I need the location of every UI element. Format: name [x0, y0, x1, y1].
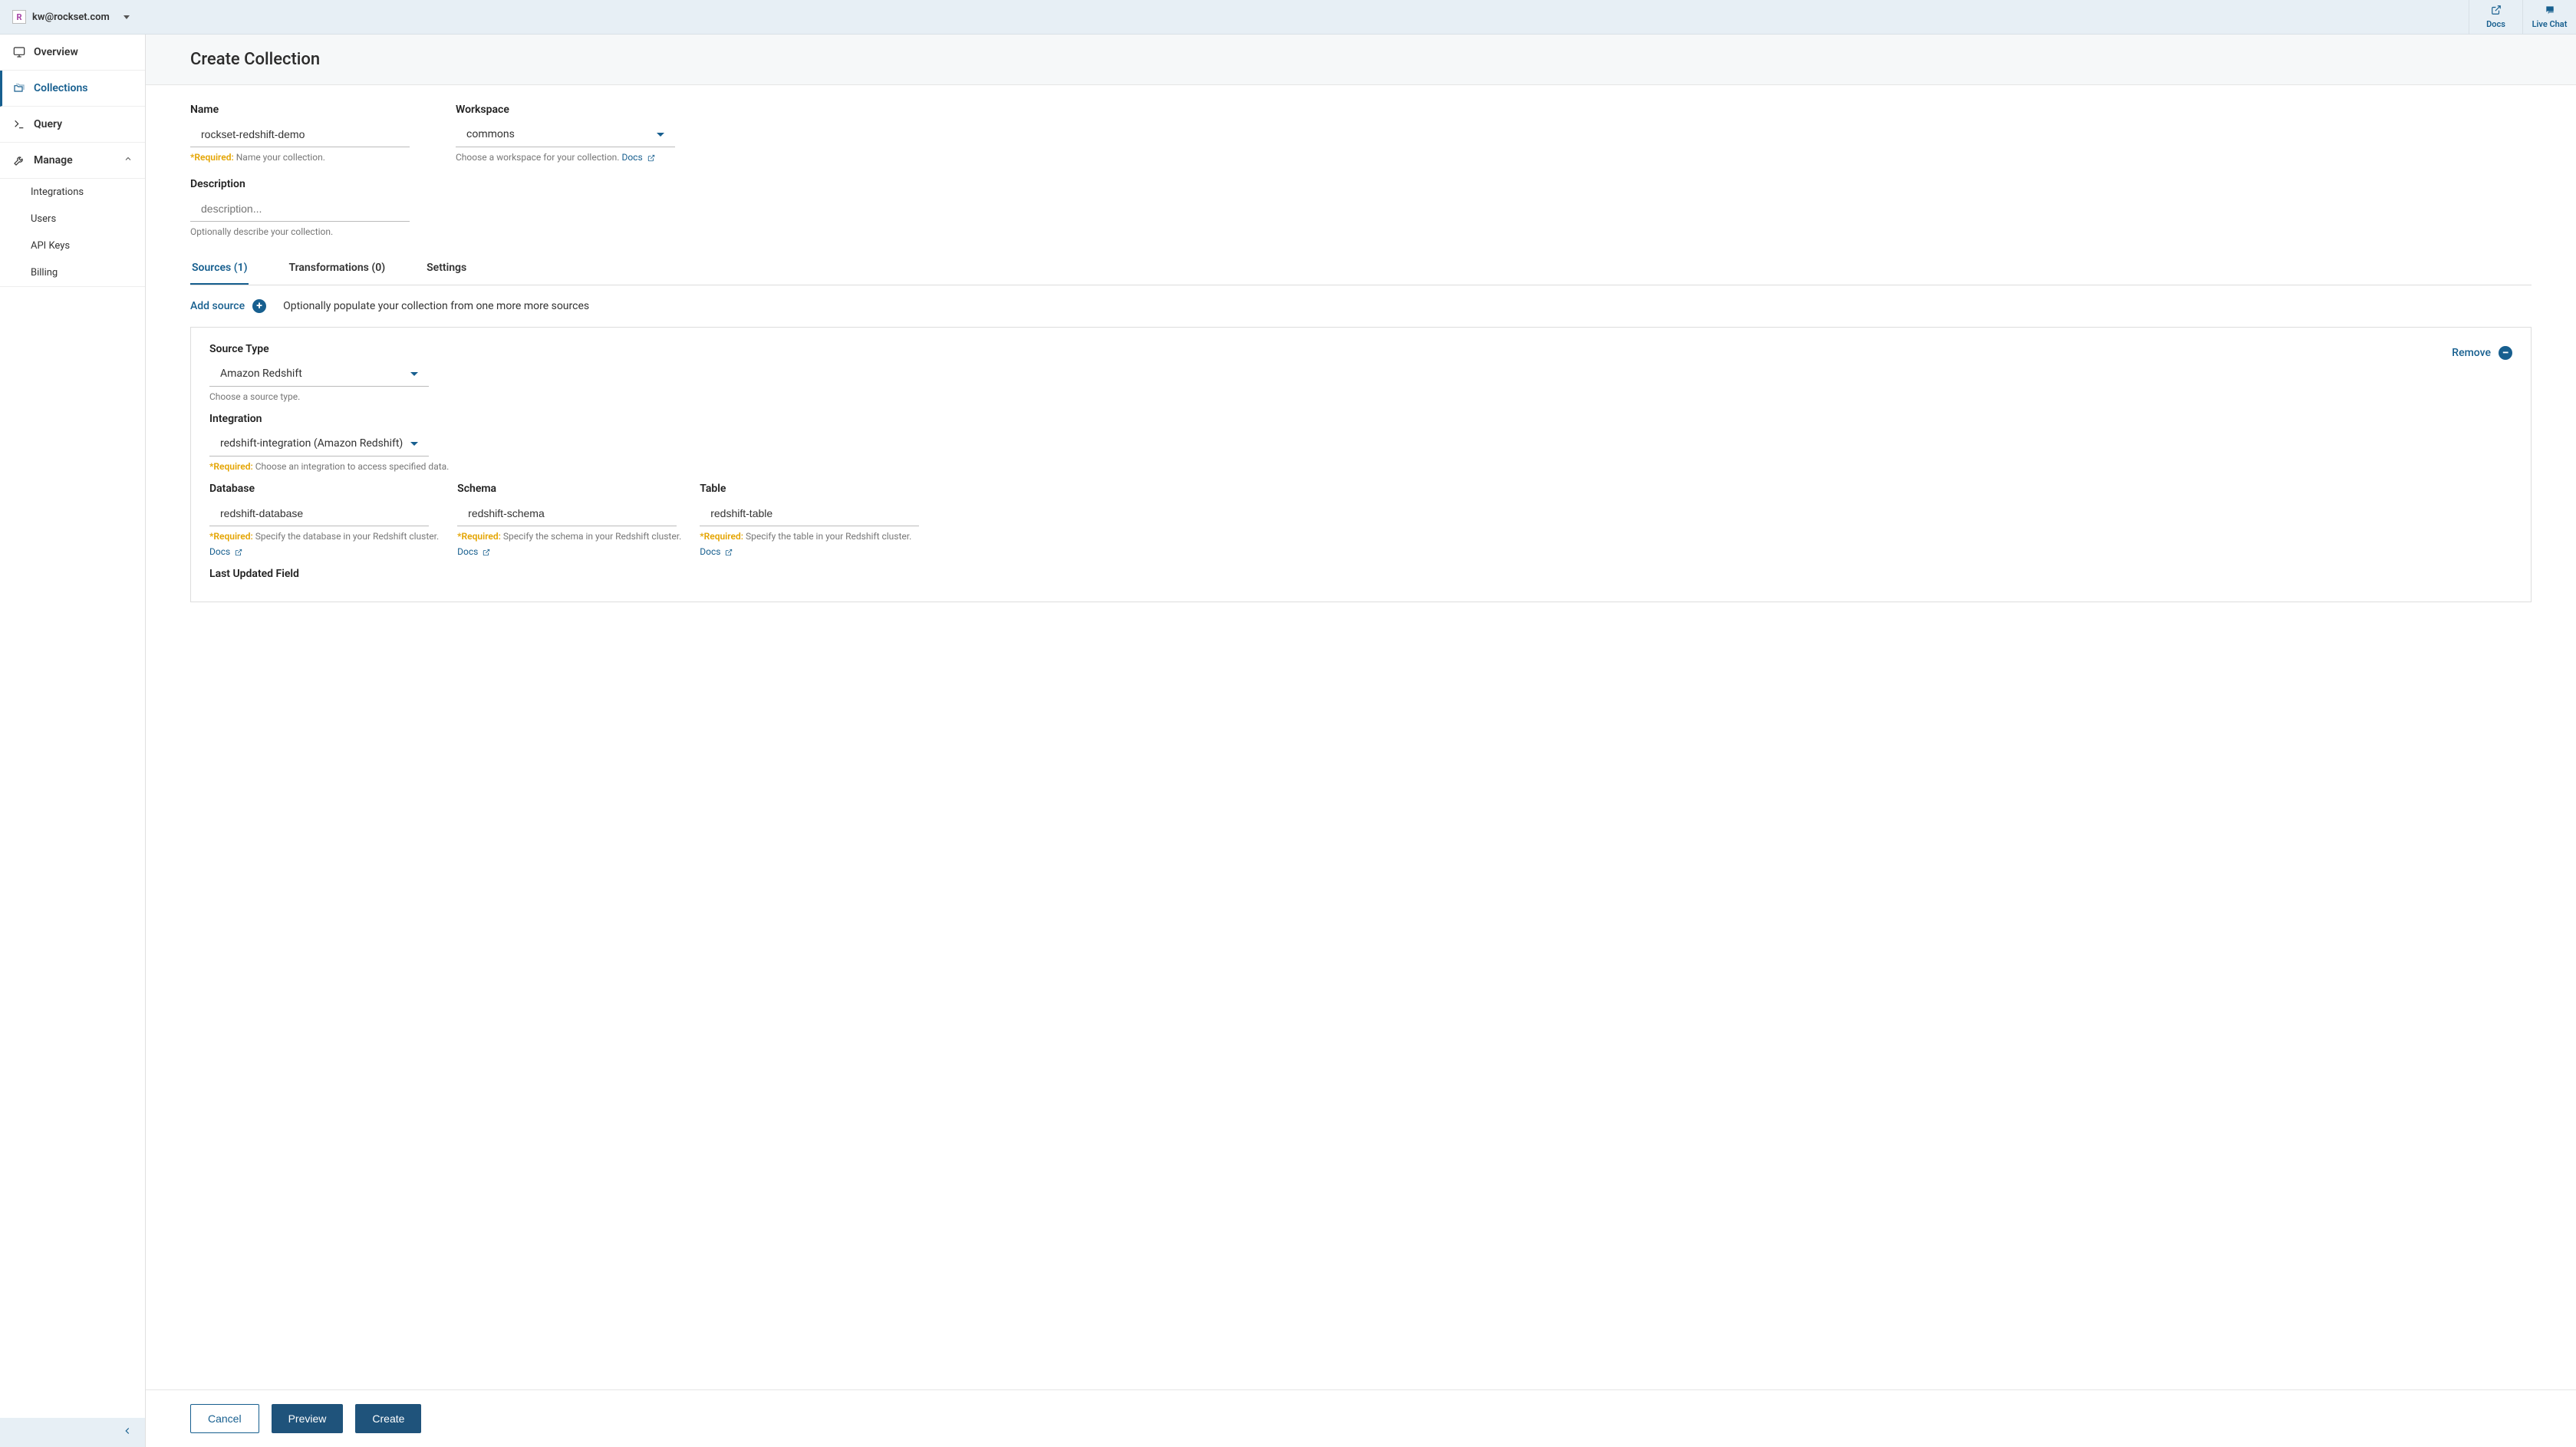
wrench-icon [12, 153, 26, 167]
page-title: Create Collection [190, 50, 2532, 69]
required-marker: *Required: [209, 461, 253, 472]
external-link-icon [2491, 5, 2502, 18]
required-marker: *Required: [700, 531, 743, 542]
name-help: Name your collection. [236, 152, 325, 163]
minus-circle-icon: − [2499, 346, 2512, 360]
workspace-select[interactable]: commons [456, 122, 675, 147]
table-label: Table [700, 483, 919, 495]
integration-label: Integration [209, 413, 2512, 425]
sidebar: Overview Collections Query Manage [0, 35, 146, 1447]
integration-select[interactable]: redshift-integration (Amazon Redshift) [209, 431, 429, 457]
sidebar-subitem-billing[interactable]: Billing [0, 259, 145, 286]
tab-sources[interactable]: Sources (1) [190, 252, 249, 285]
sidebar-item-query[interactable]: Query [0, 107, 145, 143]
sourcetype-select[interactable]: Amazon Redshift [209, 361, 429, 387]
database-input[interactable] [209, 501, 429, 526]
required-marker: *Required: [209, 531, 253, 542]
sidebar-item-label: Overview [34, 46, 78, 58]
sidebar-item-manage[interactable]: Manage [0, 143, 145, 179]
terminal-icon [12, 117, 26, 131]
chevron-down-icon [124, 15, 130, 19]
table-docs-link[interactable]: Docs [700, 546, 733, 557]
preview-button[interactable]: Preview [272, 1404, 344, 1433]
name-label: Name [190, 104, 410, 116]
workspace-help: Choose a workspace for your collection. [456, 152, 619, 163]
sidebar-item-label: Query [34, 118, 62, 130]
chevron-down-icon [410, 442, 418, 446]
lastupdated-label: Last Updated Field [209, 568, 2512, 580]
workspace-label: Workspace [456, 104, 675, 116]
remove-label: Remove [2452, 347, 2491, 359]
sourcetype-value: Amazon Redshift [220, 368, 302, 380]
schema-help: Specify the schema in your Redshift clus… [503, 531, 681, 542]
integration-help: Choose an integration to access specifie… [255, 461, 450, 472]
logo-icon: R [12, 10, 26, 24]
add-source-button[interactable]: Add source + [190, 299, 266, 313]
description-input[interactable] [190, 196, 410, 222]
chevron-up-icon [124, 154, 133, 166]
workspace-value: commons [466, 128, 515, 140]
table-help: Specify the table in your Redshift clust… [746, 531, 911, 542]
sidebar-subitem-users[interactable]: Users [0, 206, 145, 232]
docs-label: Docs [2486, 19, 2505, 29]
add-source-hint: Optionally populate your collection from… [283, 300, 589, 312]
folders-icon [12, 81, 26, 95]
monitor-icon [12, 45, 26, 59]
remove-source-button[interactable]: Remove − [2452, 346, 2512, 360]
tab-settings[interactable]: Settings [425, 252, 468, 285]
plus-circle-icon: + [252, 299, 266, 313]
sidebar-subitem-integrations[interactable]: Integrations [0, 179, 145, 206]
livechat-label: Live Chat [2532, 19, 2568, 29]
account-switcher[interactable]: R kw@rockset.com [0, 0, 142, 34]
sourcetype-label: Source Type [209, 343, 429, 355]
sidebar-collapse-button[interactable] [0, 1418, 145, 1447]
description-label: Description [190, 178, 2532, 190]
sidebar-item-label: Collections [34, 82, 87, 94]
add-source-label: Add source [190, 300, 245, 312]
chevron-left-icon [122, 1426, 133, 1439]
external-link-icon [235, 546, 242, 557]
database-label: Database [209, 483, 439, 495]
required-marker: *Required: [457, 531, 501, 542]
external-link-icon [647, 152, 655, 163]
chat-icon [2545, 5, 2555, 18]
account-email: kw@rockset.com [32, 12, 110, 23]
schema-docs-link[interactable]: Docs [457, 546, 490, 557]
required-marker: *Required: [190, 152, 234, 163]
sidebar-item-label: Manage [34, 154, 73, 166]
source-box: Source Type Amazon Redshift Choose a sou… [190, 327, 2532, 602]
docs-link[interactable]: Docs [2469, 0, 2522, 34]
workspace-docs-link[interactable]: Docs [621, 152, 654, 163]
chevron-down-icon [657, 133, 664, 137]
cancel-button[interactable]: Cancel [190, 1404, 259, 1433]
external-link-icon [725, 546, 733, 557]
database-help: Specify the database in your Redshift cl… [255, 531, 439, 542]
sidebar-subitem-apikeys[interactable]: API Keys [0, 232, 145, 259]
name-input[interactable] [190, 122, 410, 147]
tab-transformations[interactable]: Transformations (0) [287, 252, 387, 285]
chevron-down-icon [410, 372, 418, 376]
create-button[interactable]: Create [355, 1404, 421, 1433]
sidebar-item-overview[interactable]: Overview [0, 35, 145, 71]
integration-value: redshift-integration (Amazon Redshift) [220, 437, 403, 450]
sourcetype-help: Choose a source type. [209, 391, 300, 402]
schema-label: Schema [457, 483, 681, 495]
schema-input[interactable] [457, 501, 677, 526]
table-input[interactable] [700, 501, 919, 526]
description-help: Optionally describe your collection. [190, 226, 333, 237]
database-docs-link[interactable]: Docs [209, 546, 242, 557]
livechat-link[interactable]: Live Chat [2522, 0, 2576, 34]
external-link-icon [483, 546, 490, 557]
sidebar-item-collections[interactable]: Collections [0, 71, 145, 107]
